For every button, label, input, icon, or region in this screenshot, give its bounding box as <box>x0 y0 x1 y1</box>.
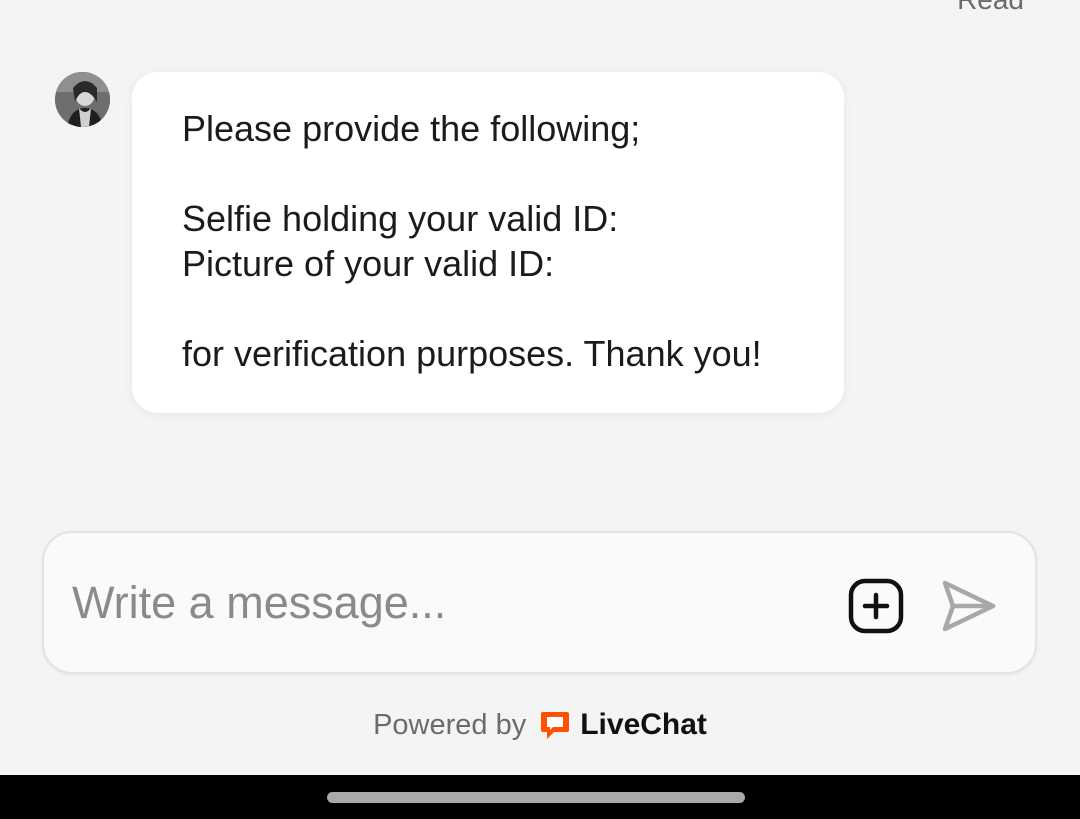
powered-by-text: Powered by <box>373 708 527 741</box>
send-arrow-icon <box>942 580 996 632</box>
agent-avatar <box>55 72 110 127</box>
message-line: Please provide the following; <box>182 108 641 149</box>
livechat-logo-icon <box>541 712 570 739</box>
message-bubble: Please provide the following; Selfie hol… <box>132 72 844 413</box>
powered-by-footer: Powered by LiveChat <box>0 700 1080 750</box>
livechat-brand-link[interactable]: LiveChat <box>538 708 707 742</box>
message-input[interactable] <box>72 573 812 633</box>
read-status: Read <box>957 0 1024 14</box>
message-line <box>182 151 844 196</box>
message-composer <box>42 531 1037 674</box>
livechat-brand-name: LiveChat <box>580 708 707 741</box>
agent-avatar-image <box>55 72 110 127</box>
message-line <box>182 286 844 331</box>
attach-button[interactable] <box>848 578 904 634</box>
message-line: Picture of your valid ID: <box>182 243 555 284</box>
plus-square-icon <box>848 578 904 634</box>
chat-screen: Read Please provide the following; Selfi… <box>0 0 1080 819</box>
message-line: for verification purposes. Thank you! <box>182 333 762 374</box>
send-button[interactable] <box>939 577 999 635</box>
message-line: Selfie holding your valid ID: <box>182 198 619 239</box>
system-nav-bar <box>0 775 1080 819</box>
home-indicator[interactable] <box>327 792 745 803</box>
